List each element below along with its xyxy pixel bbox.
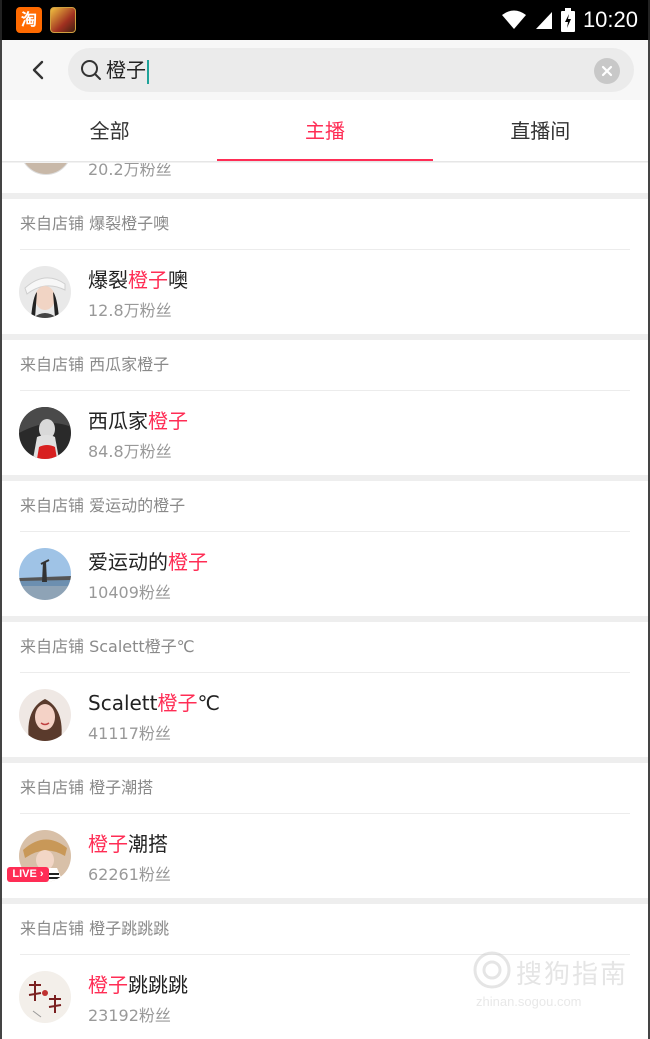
result-list: 20.2万粉丝 来自店铺 爆裂橙子噢 爆裂橙子噢 12.8万粉丝 来自店铺 西瓜… (2, 163, 648, 1039)
source-shop-label: 来自店铺 橙子潮搭 (20, 778, 154, 797)
tab-all[interactable]: 全部 (2, 100, 217, 161)
fan-count: 84.8万粉丝 (88, 442, 172, 461)
live-badge[interactable]: LIVE › (7, 867, 49, 882)
clear-search-button[interactable] (594, 58, 620, 84)
fan-count: 20.2万粉丝 (88, 163, 172, 179)
list-item[interactable]: 来自店铺 爆裂橙子噢 爆裂橙子噢 12.8万粉丝 (2, 199, 648, 334)
source-shop-label: 来自店铺 爱运动的橙子 (20, 496, 186, 515)
search-input[interactable]: 橙子 (68, 48, 634, 92)
list-item[interactable]: 20.2万粉丝 (2, 163, 648, 193)
source-shop-label: 来自店铺 西瓜家橙子 (20, 355, 170, 374)
avatar[interactable] (19, 548, 71, 600)
watermark-url: zhinan.sogou.com (476, 994, 582, 1009)
battery-icon (560, 8, 575, 32)
list-item[interactable]: 来自店铺 橙子潮搭 LIVE › 橙子潮搭 62261粉丝 (2, 763, 648, 898)
tab-bar: 全部 主播 直播间 (2, 100, 648, 162)
text-cursor (147, 59, 149, 84)
avatar[interactable] (19, 407, 71, 459)
clock: 10:20 (582, 7, 638, 32)
anchor-name: 橙子潮搭 (88, 832, 168, 856)
chevron-left-icon (32, 60, 44, 80)
tab-anchors[interactable]: 主播 (217, 100, 433, 161)
wifi-icon (501, 10, 526, 29)
avatar[interactable] (19, 266, 71, 318)
anchor-name: Scalett橙子℃ (88, 691, 220, 715)
search-header: 橙子 (2, 40, 648, 100)
source-shop-label: 来自店铺 橙子跳跳跳 (20, 919, 170, 938)
signal-icon (535, 12, 552, 29)
status-bar: 淘 10:20 (0, 0, 650, 40)
anchor-name: 橙子跳跳跳 (88, 973, 188, 997)
list-item[interactable]: 来自店铺 西瓜家橙子 西瓜家橙子 84.8万粉丝 (2, 340, 648, 475)
fan-count: 62261粉丝 (88, 865, 171, 884)
list-item[interactable]: 来自店铺 Scalett橙子℃ Scalett橙子℃ 41117粉丝 (2, 622, 648, 757)
search-query-text: 橙子 (106, 58, 146, 82)
avatar (20, 163, 72, 175)
fan-count: 10409粉丝 (88, 583, 171, 602)
close-icon (601, 65, 613, 77)
watermark: 搜狗指南 zhinan.sogou.com (470, 948, 640, 1018)
back-button[interactable] (22, 54, 54, 86)
fan-count: 41117粉丝 (88, 724, 171, 743)
list-item[interactable]: 来自店铺 爱运动的橙子 爱运动的橙子 10409粉丝 (2, 481, 648, 616)
search-icon (81, 60, 101, 80)
fan-count: 23192粉丝 (88, 1006, 171, 1025)
sogou-logo-icon (473, 951, 511, 989)
source-shop-label: 来自店铺 Scalett橙子℃ (20, 637, 195, 656)
fan-count: 12.8万粉丝 (88, 301, 172, 320)
avatar[interactable] (19, 689, 71, 741)
taobao-app-icon: 淘 (16, 7, 42, 33)
game-app-icon (50, 7, 76, 33)
avatar[interactable] (19, 971, 71, 1023)
anchor-name: 爱运动的橙子 (88, 550, 208, 574)
anchor-name: 爆裂橙子噢 (88, 268, 188, 292)
anchor-name: 西瓜家橙子 (88, 409, 188, 433)
source-shop-label: 来自店铺 爆裂橙子噢 (20, 214, 170, 233)
watermark-text: 搜狗指南 (516, 960, 629, 990)
tab-live-rooms[interactable]: 直播间 (433, 100, 648, 161)
